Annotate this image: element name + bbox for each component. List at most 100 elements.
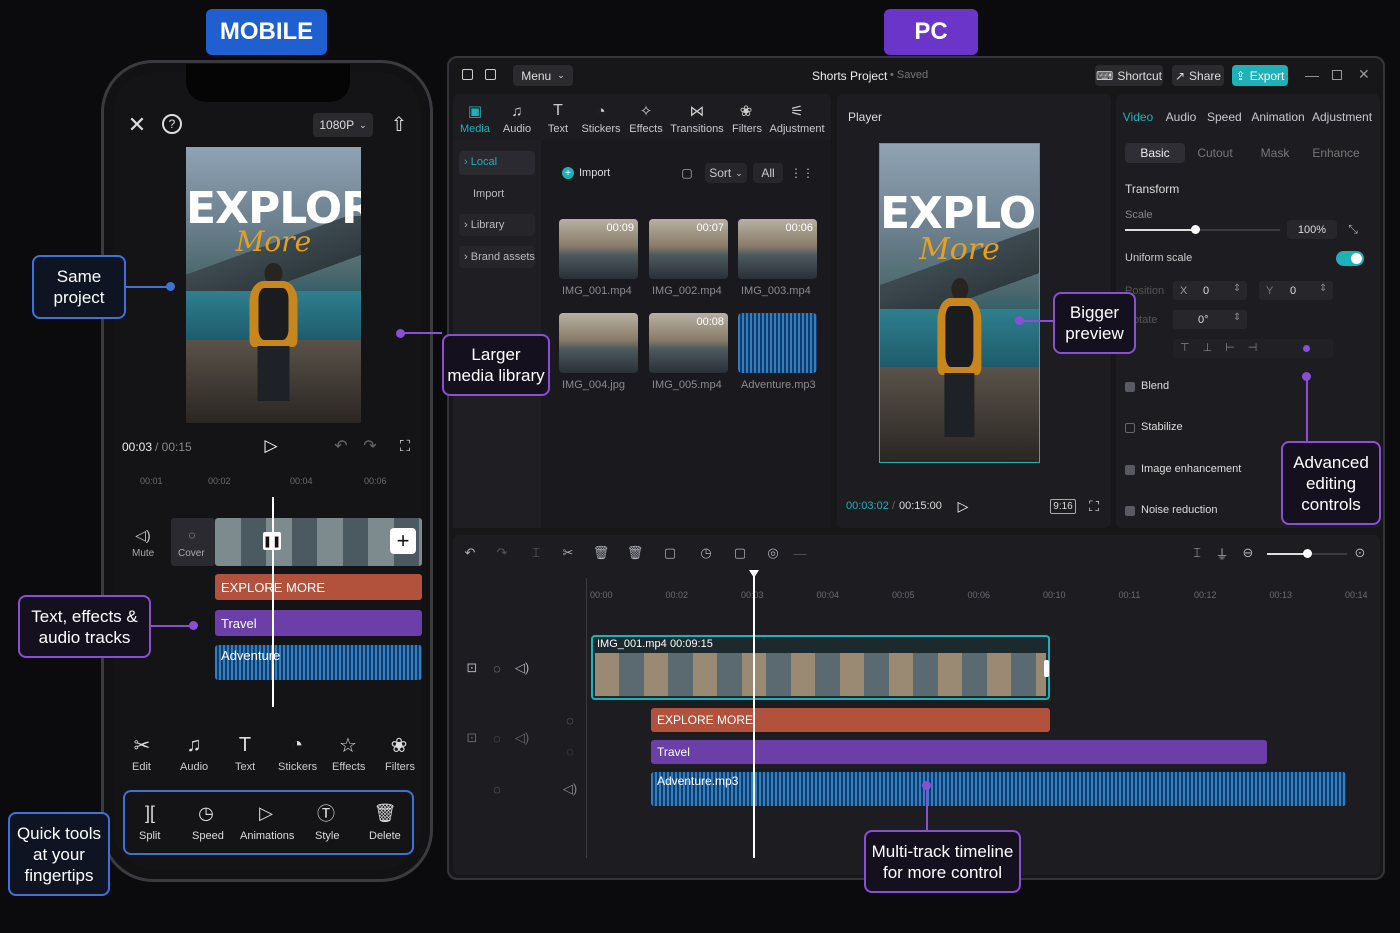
crop-icon[interactable]: ▢	[662, 545, 678, 561]
zoom-fit-icon[interactable]: ⊙	[1352, 545, 1368, 561]
fullscreen-icon[interactable]: ⛶	[396, 437, 414, 455]
subtab-mask[interactable]: Mask	[1245, 143, 1305, 163]
align-icons[interactable]: ⊤⊥⊢⊣	[1180, 341, 1270, 354]
fullscreen-icon[interactable]: ⛶	[1086, 498, 1102, 514]
prop-tab-audio[interactable]: Audio	[1164, 110, 1198, 124]
more-icon[interactable]: —	[792, 545, 808, 561]
scale-slider-knob[interactable]	[1190, 225, 1200, 234]
mute-icon[interactable]: ◁)	[562, 781, 578, 797]
share-button[interactable]: ↗ Share	[1172, 65, 1224, 86]
play-icon[interactable]: ▷	[262, 436, 280, 455]
redo-icon[interactable]: ↷	[362, 437, 378, 455]
tab-effects[interactable]: Effects	[624, 123, 668, 135]
shortcut-button[interactable]: ⌨ Shortcut	[1095, 65, 1163, 86]
mute-icon[interactable]: ◁)	[514, 730, 530, 746]
tool-text[interactable]: Text	[235, 761, 255, 773]
sort-dropdown[interactable]: Sort ⌄	[705, 163, 747, 183]
sidebar-item-import[interactable]: Import	[473, 188, 504, 200]
tab-audio[interactable]: Audio	[496, 123, 538, 135]
zoom-out-icon[interactable]: ⊖	[1240, 545, 1256, 561]
tab-text[interactable]: Text	[537, 123, 579, 135]
stepper-icon[interactable]: ⇕	[1319, 283, 1327, 294]
media-thumb[interactable]	[559, 313, 638, 373]
aspect-ratio-button[interactable]: 9:16	[1050, 499, 1076, 514]
media-thumb[interactable]: 00:07	[649, 219, 728, 279]
tool-stickers[interactable]: Stickers	[278, 761, 317, 773]
speed-icon[interactable]: ◷	[698, 545, 714, 561]
media-thumb[interactable]: 00:08	[649, 313, 728, 373]
filter-all-dropdown[interactable]: All	[753, 163, 783, 183]
snap-icon[interactable]: ⌶	[1189, 545, 1205, 561]
tab-transitions[interactable]: Transitions	[668, 123, 726, 135]
audio-thumb[interactable]	[738, 313, 817, 373]
stabilize-checkbox[interactable]	[1125, 423, 1135, 433]
panel-icon[interactable]	[485, 69, 496, 80]
mute-icon[interactable]: ◁)	[134, 527, 152, 543]
help-icon[interactable]: ?	[162, 114, 182, 134]
hide-icon[interactable]: ◌	[489, 730, 505, 746]
hide-icon[interactable]: ◌	[489, 660, 505, 676]
reset-icon[interactable]: ⤡	[1344, 220, 1362, 238]
export-icon[interactable]: ⇧	[388, 113, 410, 136]
mask-icon[interactable]: ◎	[765, 545, 781, 561]
mobile-text-track[interactable]: EXPLORE MORE	[215, 574, 422, 600]
mute-icon[interactable]: ◁)	[514, 660, 530, 676]
prop-tab-animation[interactable]: Animation	[1250, 110, 1306, 124]
export-button[interactable]: ⇪ Export	[1232, 65, 1288, 86]
lock-icon[interactable]: ⊡	[464, 660, 480, 676]
menu-button[interactable]: Menu ⌄	[513, 65, 573, 86]
undo-icon[interactable]: ↶	[462, 545, 478, 561]
scale-value-input[interactable]: 100%	[1287, 220, 1337, 239]
track-icon[interactable]: ◌	[562, 743, 578, 759]
lock-icon[interactable]: ⊡	[464, 730, 480, 746]
mic-icon[interactable]: ⏚	[1214, 545, 1230, 562]
stepper-icon[interactable]: ⇕	[1233, 312, 1241, 323]
mobile-effect-track[interactable]: Travel	[215, 610, 422, 636]
prop-tab-speed[interactable]: Speed	[1207, 110, 1242, 124]
quick-style[interactable]: Style	[315, 830, 339, 842]
blend-checkbox[interactable]	[1125, 382, 1135, 392]
quick-animations[interactable]: Animations	[240, 830, 294, 842]
pc-audio-track[interactable]: Adventure.mp3	[651, 772, 1346, 806]
uniform-scale-toggle[interactable]	[1336, 251, 1364, 266]
prop-tab-adjustment[interactable]: Adjustment	[1312, 110, 1372, 124]
pc-effect-track[interactable]: Travel	[651, 740, 1267, 764]
trim-handle[interactable]	[1044, 660, 1049, 677]
add-clip-button[interactable]: +	[390, 528, 416, 554]
prop-tab-video[interactable]: Video	[1122, 110, 1154, 124]
delete-gap-icon[interactable]: 🗑	[627, 545, 644, 561]
quick-speed[interactable]: Speed	[192, 830, 224, 842]
delete-icon[interactable]: 🗑	[593, 545, 610, 561]
mobile-audio-track[interactable]: Adventure	[215, 645, 422, 680]
stepper-icon[interactable]: ⇕	[1233, 283, 1241, 294]
mobile-playhead[interactable]	[272, 497, 274, 707]
tab-filters[interactable]: Filters	[727, 123, 767, 135]
tool-audio[interactable]: Audio	[180, 761, 208, 773]
subtab-basic[interactable]: Basic	[1125, 143, 1185, 163]
grid-view-icon[interactable]: ⋮⋮	[790, 163, 814, 183]
subtab-cutout[interactable]: Cutout	[1185, 143, 1245, 163]
scissors-icon[interactable]: ✂	[560, 545, 576, 561]
media-thumb[interactable]: 00:06	[738, 219, 817, 279]
pc-text-track[interactable]: EXPLORE MORE	[651, 708, 1050, 732]
quick-delete[interactable]: Delete	[369, 830, 401, 842]
maximize-icon[interactable]	[1332, 70, 1342, 80]
redo-icon[interactable]: ↷	[494, 545, 510, 561]
freeze-icon[interactable]: ▢	[732, 545, 748, 561]
import-button[interactable]: Import	[579, 167, 610, 179]
cover-icon[interactable]: ◌	[562, 712, 578, 728]
undo-icon[interactable]: ↶	[333, 437, 349, 455]
zoom-slider-knob[interactable]	[1303, 549, 1312, 558]
split-icon[interactable]: ⌶	[528, 545, 544, 561]
pc-playhead[interactable]	[753, 574, 755, 858]
tool-effects[interactable]: Effects	[332, 761, 365, 773]
close-icon[interactable]: ✕	[126, 112, 148, 137]
hide-icon[interactable]: ◌	[489, 781, 505, 797]
media-thumb[interactable]: 00:09	[559, 219, 638, 279]
resolution-dropdown[interactable]: 1080P ⌄	[313, 113, 373, 137]
subtab-enhance[interactable]: Enhance	[1305, 143, 1367, 163]
view-toggle-icon[interactable]: ▢	[676, 163, 698, 183]
window-close-icon[interactable]: ✕	[1358, 66, 1370, 83]
tab-adjustment[interactable]: Adjustment	[768, 123, 826, 135]
image-enhancement-checkbox[interactable]	[1125, 465, 1135, 475]
